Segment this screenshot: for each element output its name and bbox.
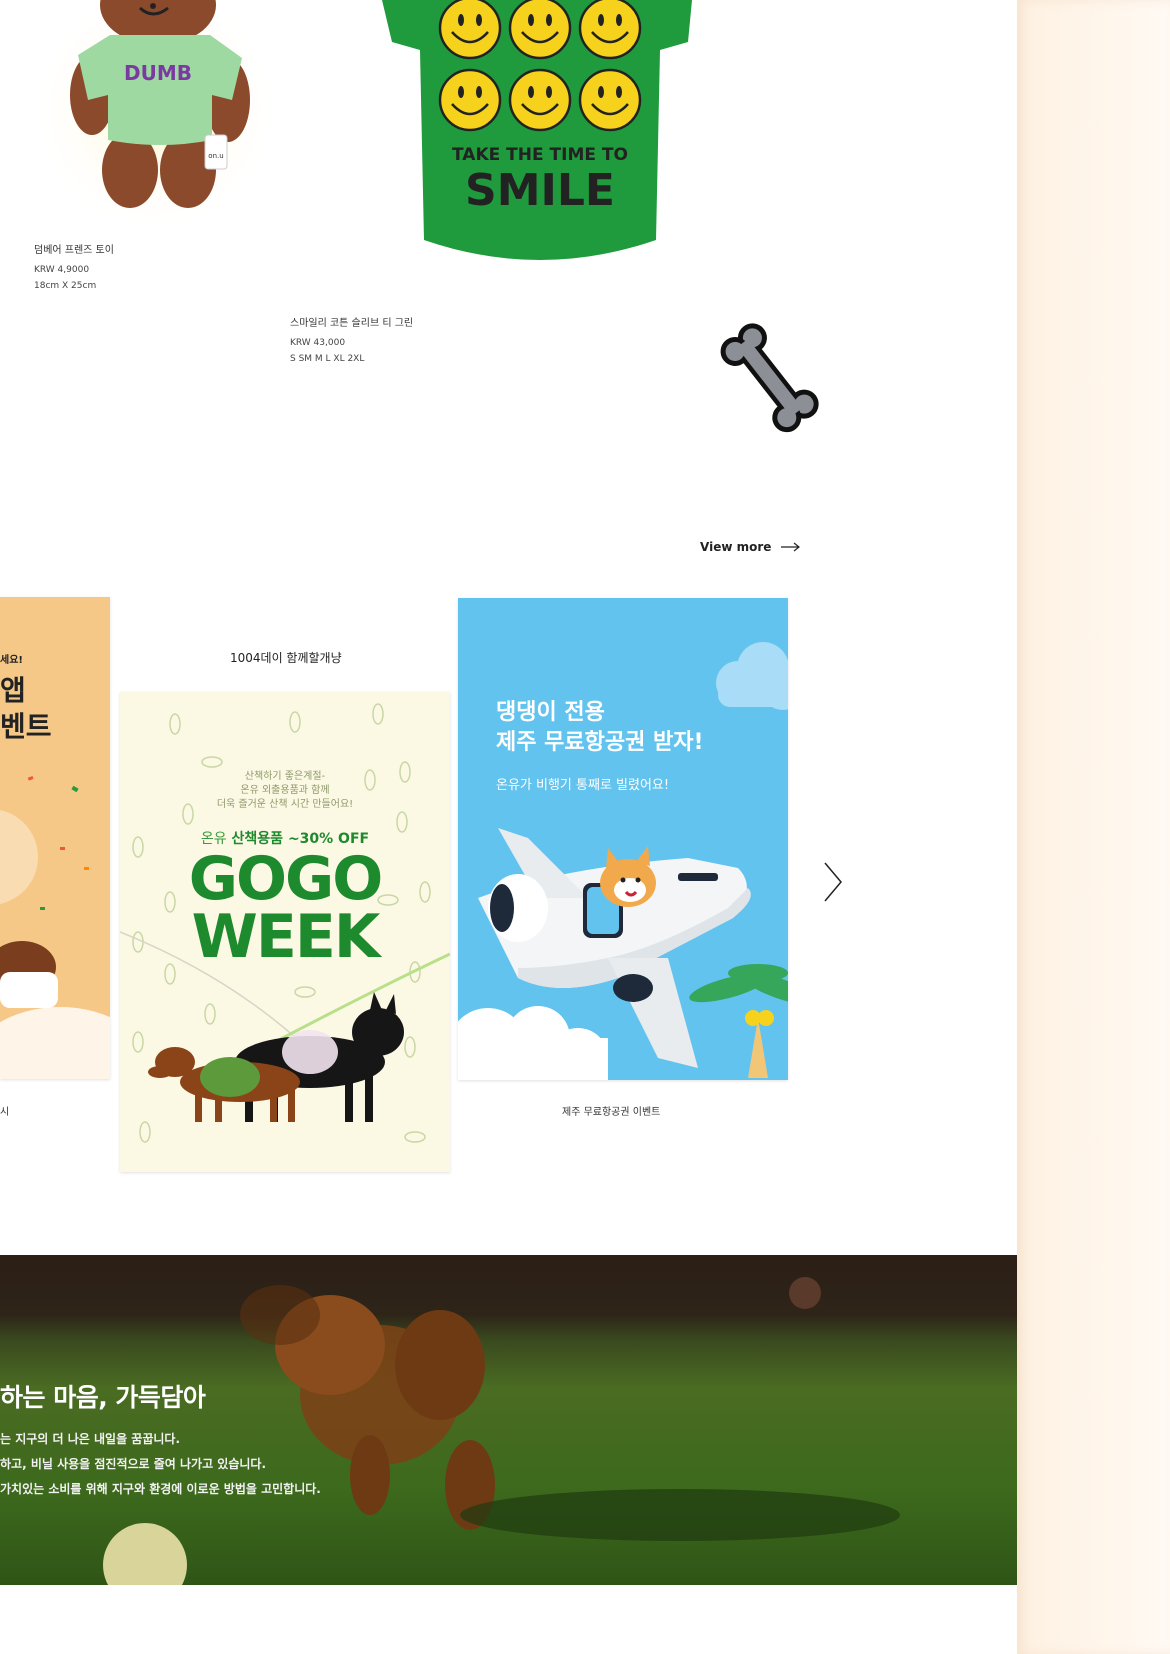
banner-line: 하고, 비닐 사용을 점진적으로 줄여 나가고 있습니다. [0, 1457, 267, 1471]
product-price: KRW 4,9000 [34, 265, 90, 275]
brand-banner [0, 1255, 1017, 1585]
product-sizes: S SM M L XL 2XL [290, 354, 365, 364]
banner-title: 하는 마음, 가득담아 [0, 1383, 206, 1412]
event-caption: 제주 무료항공권 이벤트 [562, 1107, 661, 1118]
bear-tag: on.u [208, 152, 223, 160]
gogo-sub-line: 더욱 즐거운 산책 시간 만들어요! [216, 799, 354, 810]
right-side-panel [1017, 0, 1170, 1654]
view-more-label: View more [700, 540, 772, 554]
chevron-right-icon [824, 862, 842, 902]
event-card-text: 앱 [0, 674, 26, 707]
product-size: 18cm X 25cm [34, 281, 97, 291]
product-image-bear-toy[interactable]: DUMB on.u [40, 0, 280, 225]
view-more-link[interactable]: View more [700, 540, 801, 554]
bear-shirt-print: DUMB [124, 61, 192, 85]
product-image-smiley-tee[interactable]: TAKE THE TIME TO SMILE [370, 0, 710, 270]
tee-print-line1: TAKE THE TIME TO [452, 145, 628, 165]
jeju-headline: 댕댕이 전용 [496, 700, 605, 725]
product-name[interactable]: 스마일리 코튼 슬리브 티 그린 [290, 317, 413, 331]
arrow-right-icon [781, 542, 801, 552]
event-card-title: 1004데이 함께할개냥 [230, 651, 342, 665]
product-name[interactable]: 덤베어 프렌즈 토이 [34, 244, 114, 258]
event-caption: 시 [0, 1107, 10, 1118]
gogo-headline: WEEK [191, 902, 381, 972]
event-card-gogo-week[interactable]: 산책하기 좋은계절- 온유 외출용품과 함께 더욱 즐거운 산책 시간 만들어요… [120, 692, 450, 1172]
tee-print-line2: SMILE [465, 165, 615, 216]
banner-line: 가치있는 소비를 위해 지구와 환경에 이로운 방법을 고민합니다. [0, 1482, 321, 1496]
product-price: KRW 43,000 [290, 338, 346, 348]
event-card-text: 세요! [0, 655, 23, 666]
jeju-sub: 온유가 비행기 통째로 빌렸어요! [496, 778, 670, 793]
event-card-text: 벤트 [0, 710, 52, 743]
event-card-app[interactable]: 세요! 앱 벤트 [0, 597, 110, 1079]
bone-icon [708, 308, 830, 446]
gogo-headline: GOGO [188, 844, 384, 914]
jeju-headline: 제주 무료항공권 받자! [496, 730, 704, 755]
carousel-next-button[interactable] [822, 860, 844, 904]
event-card-jeju-flight[interactable]: 댕댕이 전용 제주 무료항공권 받자! 온유가 비행기 통째로 빌렸어요! [458, 598, 788, 1080]
banner-line: 는 지구의 더 나은 내일을 꿈꿉니다. [0, 1432, 181, 1446]
gogo-sub-line: 산책하기 좋은계절- [244, 771, 326, 782]
gogo-sub-line: 온유 외출용품과 함께 [240, 785, 330, 796]
